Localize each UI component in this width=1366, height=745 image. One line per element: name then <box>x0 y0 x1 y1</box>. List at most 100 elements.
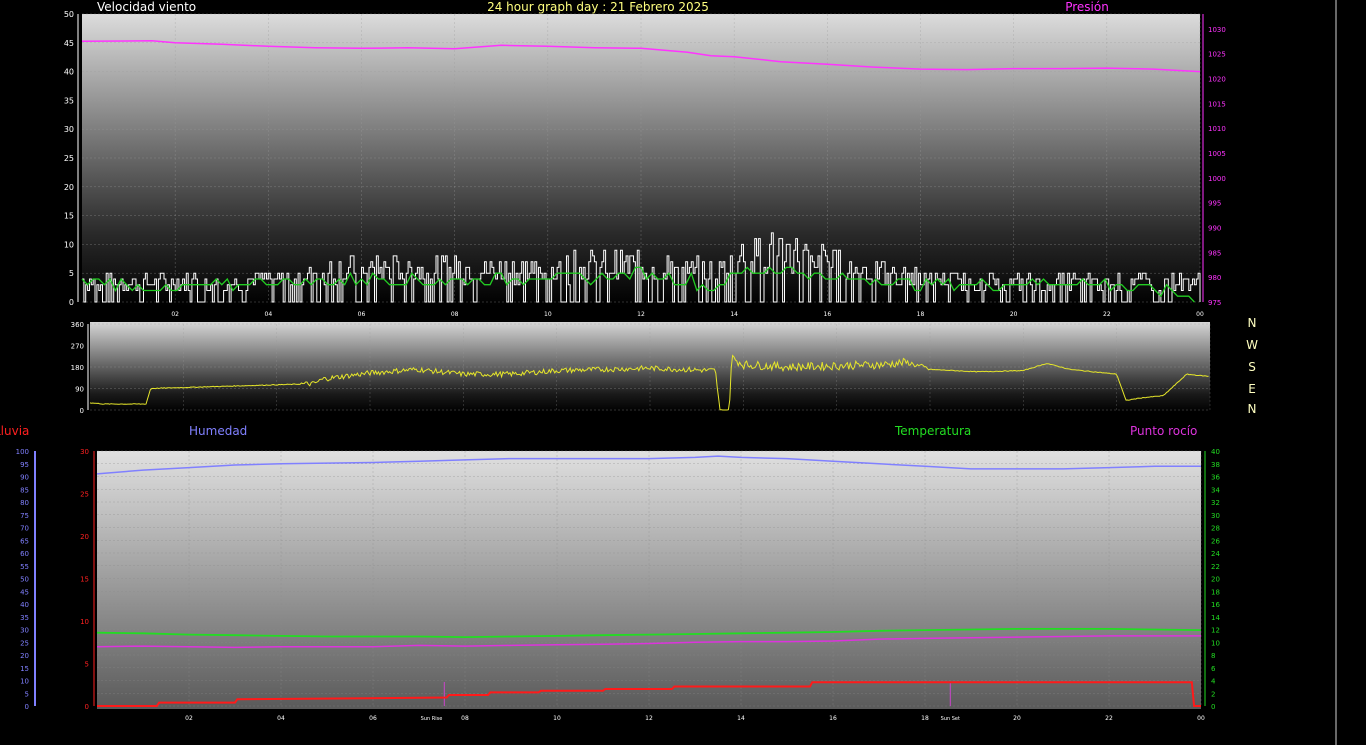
temp-tick-label: 8 <box>1211 652 1215 660</box>
wind-x-tick-label: 10 <box>544 311 552 318</box>
humidity-tick-label: 0 <box>25 703 29 711</box>
rain-legend: Lluvia <box>0 424 29 438</box>
temp-tick-label: 24 <box>1211 550 1220 558</box>
humidity-tick-label: 15 <box>20 665 29 673</box>
pressure-title: Presión <box>1065 0 1109 14</box>
pressure-tick-label: 975 <box>1208 299 1221 307</box>
humidity-tick-label: 40 <box>20 601 29 609</box>
temp-tick-label: 20 <box>1211 576 1220 584</box>
wind-x-tick-label: 04 <box>265 311 273 318</box>
humidity-tick-label: 80 <box>20 499 29 507</box>
humidity-tick-label: 85 <box>20 486 29 494</box>
temp-tick-label: 18 <box>1211 588 1220 596</box>
wind-title: Velocidad viento <box>97 0 196 14</box>
pressure-tick-label: 985 <box>1208 249 1221 257</box>
pressure-tick-label: 1025 <box>1208 51 1226 59</box>
rain-tick-label: 0 <box>85 703 89 711</box>
wind-x-tick-label: 18 <box>917 311 925 318</box>
temp-tick-label: 2 <box>1211 690 1215 698</box>
compass-e: E <box>1248 382 1256 396</box>
humidity-tick-label: 10 <box>20 678 29 686</box>
direction-tick-label: 270 <box>71 343 84 351</box>
direction-tick-label: 360 <box>71 321 84 329</box>
compass-labels: N W S E N <box>1246 316 1258 416</box>
temp-humidity-rain-chart: 0246810121416182022242628303234363840051… <box>16 448 1221 722</box>
pressure-tick-label: 995 <box>1208 200 1221 208</box>
temp-tick-label: 30 <box>1211 512 1220 520</box>
sunset-label: Sun Set <box>941 716 960 722</box>
temp-x-tick-label: 12 <box>645 715 653 722</box>
wind-x-tick-label: 08 <box>451 311 459 318</box>
temp-x-tick-label: 08 <box>461 715 469 722</box>
temp-tick-label: 12 <box>1211 627 1220 635</box>
temp-x-tick-label: 22 <box>1105 715 1113 722</box>
temp-x-tick-label: 04 <box>277 715 285 722</box>
pressure-tick-label: 990 <box>1208 225 1221 233</box>
wind-pressure-chart: 0510152025303540455097598098599099510001… <box>64 10 1226 318</box>
temp-tick-label: 10 <box>1211 639 1220 647</box>
rain-tick-label: 25 <box>80 491 89 499</box>
compass-n-bottom: N <box>1248 402 1257 416</box>
wind-y-tick-label: 20 <box>64 183 74 192</box>
temp-x-tick-label: 06 <box>369 715 377 722</box>
temperature-legend: Temperatura <box>894 424 971 438</box>
temp-tick-label: 36 <box>1211 474 1220 482</box>
sunrise-label: Sun Rise <box>421 716 443 722</box>
pressure-tick-label: 1005 <box>1208 150 1226 158</box>
direction-tick-label: 0 <box>80 407 84 415</box>
rain-tick-label: 10 <box>80 618 89 626</box>
rain-tick-label: 30 <box>80 448 89 456</box>
temp-tick-label: 26 <box>1211 537 1220 545</box>
wind-y-tick-label: 0 <box>69 298 74 307</box>
humidity-tick-label: 45 <box>20 588 29 596</box>
compass-w: W <box>1246 338 1258 352</box>
temp-x-tick-label: 10 <box>553 715 561 722</box>
rain-tick-label: 5 <box>85 661 89 669</box>
pressure-tick-label: 980 <box>1208 274 1221 282</box>
weather-graph-canvas: Velocidad viento 24 hour graph day : 21 … <box>0 0 1337 745</box>
graph-title: 24 hour graph day : 21 Febrero 2025 <box>487 0 709 14</box>
humidity-tick-label: 30 <box>20 627 29 635</box>
temp-tick-label: 28 <box>1211 525 1220 533</box>
temp-tick-label: 0 <box>1211 703 1215 711</box>
wind-x-tick-label: 06 <box>358 311 366 318</box>
pressure-tick-label: 1020 <box>1208 76 1226 84</box>
rain-tick-label: 20 <box>80 533 89 541</box>
humidity-tick-label: 55 <box>20 563 29 571</box>
wind-y-tick-label: 45 <box>64 39 74 48</box>
humidity-tick-label: 65 <box>20 537 29 545</box>
humidity-tick-label: 5 <box>25 690 29 698</box>
pressure-tick-label: 1015 <box>1208 100 1226 108</box>
humidity-tick-label: 35 <box>20 614 29 622</box>
humidity-tick-label: 90 <box>20 474 29 482</box>
temp-tick-label: 34 <box>1211 486 1220 494</box>
temp-x-tick-label: 00 <box>1197 715 1205 722</box>
temp-x-tick-label: 20 <box>1013 715 1021 722</box>
temp-x-tick-label: 14 <box>737 715 745 722</box>
direction-tick-label: 180 <box>71 364 84 372</box>
temp-x-tick-label: 16 <box>829 715 837 722</box>
humidity-tick-label: 20 <box>20 652 29 660</box>
wind-y-tick-label: 15 <box>64 212 74 221</box>
wind-y-tick-label: 30 <box>64 125 74 134</box>
wind-x-tick-label: 00 <box>1196 311 1204 318</box>
temp-tick-label: 4 <box>1211 678 1216 686</box>
dewpoint-legend: Punto rocío <box>1130 424 1197 438</box>
temp-tick-label: 40 <box>1211 448 1220 456</box>
temp-tick-label: 14 <box>1211 614 1220 622</box>
humidity-tick-label: 70 <box>20 525 29 533</box>
compass-s: S <box>1248 360 1256 374</box>
wind-y-tick-label: 25 <box>64 154 74 163</box>
temp-x-tick-label: 02 <box>185 715 193 722</box>
wind-x-tick-label: 02 <box>171 311 179 318</box>
wind-y-tick-label: 40 <box>64 68 74 77</box>
humidity-tick-label: 50 <box>20 576 29 584</box>
humidity-tick-label: 100 <box>16 448 29 456</box>
temp-tick-label: 32 <box>1211 499 1220 507</box>
wind-x-tick-label: 12 <box>637 311 645 318</box>
humidity-tick-label: 60 <box>20 550 29 558</box>
direction-tick-label: 90 <box>75 386 84 394</box>
rain-tick-label: 15 <box>80 576 89 584</box>
temp-tick-label: 38 <box>1211 461 1220 469</box>
wind-x-tick-label: 16 <box>824 311 832 318</box>
